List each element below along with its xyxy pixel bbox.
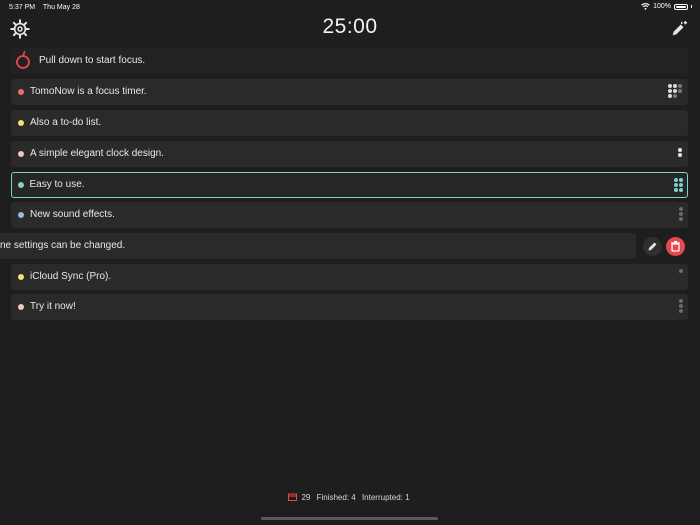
day-count: 29	[301, 493, 311, 502]
tomato-icon	[16, 51, 30, 69]
pencil-icon	[648, 242, 657, 251]
task-row-selected[interactable]: Easy to use.	[11, 172, 688, 198]
battery-icon	[674, 3, 688, 10]
battery-percent: 100%	[653, 3, 671, 10]
task-row[interactable]: TomoNow is a focus timer.	[11, 79, 688, 105]
task-row[interactable]: iCloud Sync (Pro).	[11, 264, 688, 290]
stats-footer: 29 Finished: 4 Interrupted: 1	[0, 493, 700, 502]
task-row[interactable]: Try it now!	[11, 294, 688, 320]
pull-to-start-row[interactable]: Pull down to start focus.	[11, 48, 688, 74]
task-label: TomoNow is a focus timer.	[30, 86, 147, 97]
task-row[interactable]: A simple elegant clock design.	[11, 141, 688, 167]
trash-icon	[671, 240, 680, 252]
task-label: Easy to use.	[29, 178, 85, 190]
task-label: Try it now!	[30, 301, 76, 312]
task-color-dot	[17, 181, 24, 188]
task-color-dot	[18, 151, 24, 157]
task-color-dot	[18, 212, 24, 218]
task-row-swiped[interactable]: ne settings can be changed.	[0, 233, 636, 259]
wifi-icon	[641, 3, 650, 10]
home-indicator[interactable]	[261, 517, 438, 520]
task-color-dot	[18, 120, 24, 126]
calendar-icon	[288, 493, 298, 501]
task-color-dot	[18, 89, 24, 95]
timer-display[interactable]: 25:00	[0, 15, 700, 39]
delete-button[interactable]	[666, 237, 685, 256]
task-color-dot	[18, 274, 24, 280]
task-row[interactable]: New sound effects.	[11, 202, 688, 228]
status-date: Thu May 28	[42, 4, 80, 11]
edit-button[interactable]	[643, 237, 662, 256]
status-time: 5:37 PM	[9, 4, 36, 11]
status-bar: 5:37 PM Thu May 28 100%	[0, 0, 700, 14]
task-label: Also a to-do list.	[30, 117, 102, 128]
pencil-plus-icon[interactable]	[670, 20, 688, 38]
interrupted-count: Interrupted: 1	[361, 493, 410, 502]
pull-hint-text: Pull down to start focus.	[39, 55, 146, 66]
task-color-dot	[18, 304, 24, 310]
task-label: iCloud Sync (Pro).	[30, 271, 112, 282]
task-label: ne settings can be changed.	[0, 240, 126, 251]
task-label: A simple elegant clock design.	[30, 148, 164, 159]
task-label: New sound effects.	[30, 209, 115, 220]
finished-count: Finished: 4	[316, 493, 356, 502]
task-row[interactable]: Also a to-do list.	[11, 110, 688, 136]
